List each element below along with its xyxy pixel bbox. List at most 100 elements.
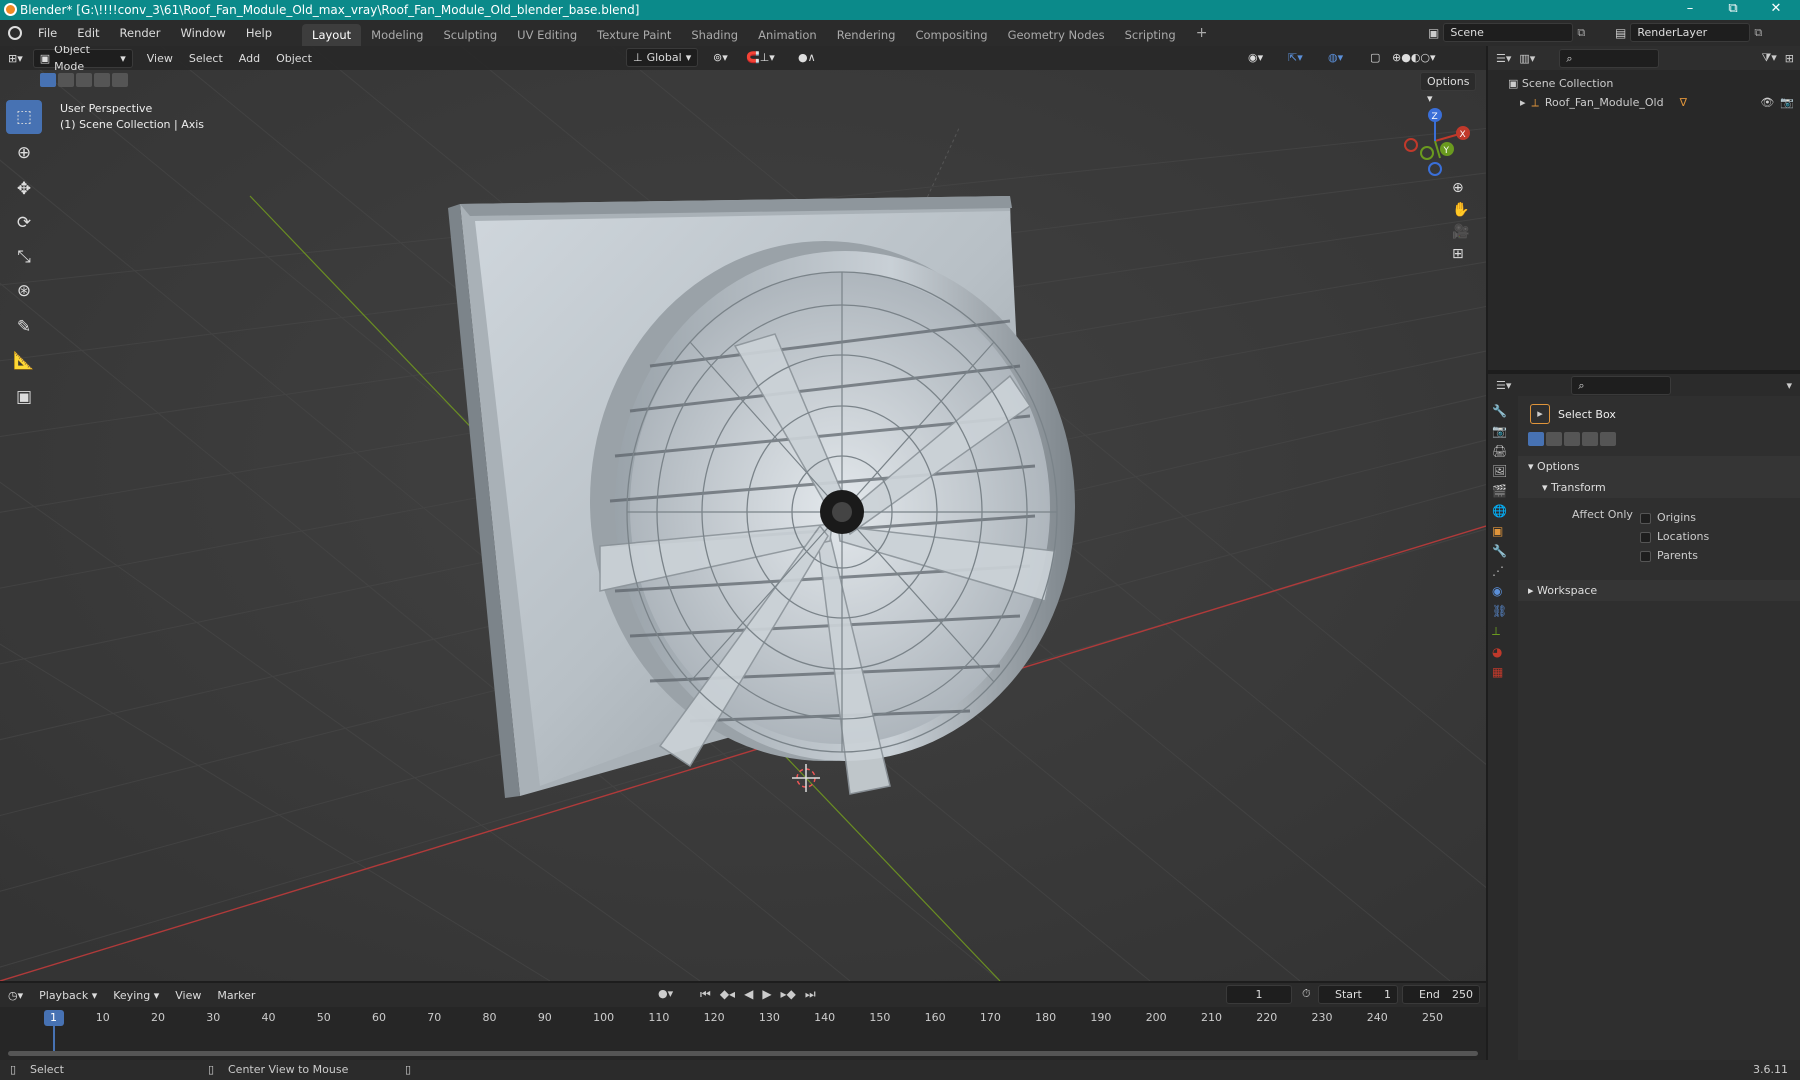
playback-controls[interactable]: ⏮ ◆◂ ◀ ▶ ▸◆ ⏭ [700,987,816,1002]
transform-tool-icon[interactable]: ⊛ [6,274,42,308]
play-icon[interactable]: ▶ [762,987,771,1002]
visibility-eye-icon[interactable]: 👁 [1760,93,1774,112]
ortho-toggle-icon[interactable]: ⊞ [1452,246,1469,262]
display-mode-icon[interactable]: ▥▾ [1519,52,1535,65]
keying-menu[interactable]: Keying ▾ [105,987,167,1004]
workspace-tab-sculpting[interactable]: Sculpting [433,24,507,46]
select-box-tool-icon[interactable]: ⬚ [6,100,42,134]
jump-end-icon[interactable]: ⏭ [805,987,816,1002]
menu-render[interactable]: Render [110,26,171,40]
scene-duplicate-icon[interactable]: ⧉ [1577,26,1585,40]
minimize-button[interactable]: – [1670,0,1710,20]
origins-checkbox[interactable]: Origins [1640,508,1709,527]
tool-tab-icon[interactable]: 🔧 [1492,404,1514,418]
workspace-tab-scripting[interactable]: Scripting [1115,24,1186,46]
current-frame-field[interactable]: 1 [1226,985,1292,1004]
add-menu[interactable]: Add [231,50,268,67]
pivot-icon[interactable]: ⊚▾ [705,49,736,66]
close-button[interactable]: ✕ [1756,0,1796,20]
scene-collection-row[interactable]: ▣ Scene Collection [1508,74,1800,93]
select-mode-icons[interactable] [40,73,128,87]
properties-options-icon[interactable]: ▾ [1786,379,1792,392]
zoom-icon[interactable]: ⊕ [1452,180,1469,196]
texture-tab-icon[interactable]: ▦ [1492,665,1514,679]
workspace-tab-geometry-nodes[interactable]: Geometry Nodes [998,24,1115,46]
constraints-tab-icon[interactable]: ⛓ [1492,604,1514,618]
camera-view-icon[interactable]: 🎥 [1452,224,1469,240]
workspace-tab-shading[interactable]: Shading [681,24,748,46]
scene-icon[interactable]: ▣ [1428,26,1439,40]
gizmo-toggle-icon[interactable]: ⇱▾ [1280,49,1311,66]
add-workspace-button[interactable]: + [1186,21,1218,45]
proportional-edit-icon[interactable]: ●∧ [790,49,824,66]
measure-tool-icon[interactable]: 📐 [6,344,42,378]
particles-tab-icon[interactable]: ⋰ [1492,564,1514,578]
select-menu[interactable]: Select [181,50,231,67]
3d-viewport[interactable]: ⊞▾ ▣ Object Mode ▾ View Select Add Object… [0,46,1486,981]
view-layer-tab-icon[interactable]: 🖼 [1492,464,1514,478]
properties-editor-icon[interactable]: ☰▾ [1496,379,1511,392]
outliner-search-input[interactable]: ⌕ [1559,48,1660,68]
jump-start-icon[interactable]: ⏮ [700,987,711,1002]
workspace-tab-modeling[interactable]: Modeling [361,24,433,46]
prev-keyframe-icon[interactable]: ◆◂ [720,987,735,1002]
outliner-editor-icon[interactable]: ☰▾ [1496,52,1511,65]
workspace-tab-rendering[interactable]: Rendering [827,24,906,46]
object-menu[interactable]: Object [268,50,320,67]
next-keyframe-icon[interactable]: ▸◆ [781,987,796,1002]
new-collection-icon[interactable]: ⊞ [1785,52,1794,65]
add-cube-tool-icon[interactable]: ▣ [6,380,42,414]
outliner-object-row[interactable]: ▸ ⟂ Roof_Fan_Module_Old ∇ 👁 📷 [1508,93,1800,112]
menu-help[interactable]: Help [236,26,282,40]
editor-type-icon[interactable]: ⊞▾ [0,50,31,67]
menu-window[interactable]: Window [170,26,235,40]
options-dropdown[interactable]: Options ▾ [1420,72,1476,105]
modifier-tab-icon[interactable]: 🔧 [1492,544,1514,558]
properties-search-input[interactable]: ⌕ [1571,375,1672,395]
maximize-button[interactable]: ⧉ [1713,0,1753,20]
stopwatch-icon[interactable]: ⏱ [1302,987,1311,1001]
scale-tool-icon[interactable]: ⤡ [6,240,42,274]
transform-orientation-dropdown[interactable]: ⊥ Global ▾ [626,48,698,67]
render-camera-icon[interactable]: 📷 [1780,93,1794,112]
menu-file[interactable]: File [28,26,67,40]
scene-tab-icon[interactable]: 🎬 [1492,484,1514,498]
view-layer-duplicate-icon[interactable]: ⧉ [1754,26,1762,40]
workspace-tab-animation[interactable]: Animation [748,24,827,46]
world-tab-icon[interactable]: 🌐 [1492,504,1514,518]
workspace-tab-layout[interactable]: Layout [302,24,362,46]
navigation-gizmo[interactable]: X Y Z [1395,101,1475,181]
timeline-scrollbar[interactable] [8,1051,1478,1056]
workspace-panel-header[interactable]: ▸ Workspace [1518,580,1800,601]
mode-selector[interactable]: ▣ Object Mode ▾ [32,46,133,73]
end-frame-field[interactable]: End 250 [1402,985,1480,1004]
transform-panel-header[interactable]: ▾ Transform [1518,477,1800,498]
locations-checkbox[interactable]: Locations [1640,527,1709,546]
timeline-editor-icon[interactable]: ◷▾ [0,987,31,1004]
menu-edit[interactable]: Edit [67,26,109,40]
shading-mode-icons[interactable]: ⊕●◐○▾ [1384,49,1444,66]
annotate-tool-icon[interactable]: ✎ [6,310,42,344]
select-mode-buttons[interactable] [1518,432,1800,446]
material-tab-icon[interactable]: ◕ [1492,645,1514,659]
marker-menu[interactable]: Marker [209,987,263,1004]
play-reverse-icon[interactable]: ◀ [744,987,753,1002]
filter-icon[interactable]: ⧩▾ [1761,51,1776,65]
blender-menu-icon[interactable] [8,26,22,40]
physics-tab-icon[interactable]: ◉ [1492,584,1514,598]
move-tool-icon[interactable]: ✥ [6,172,42,206]
output-tab-icon[interactable]: 🖨 [1492,444,1514,458]
pan-hand-icon[interactable]: ✋ [1452,202,1469,218]
options-panel-header[interactable]: ▾ Options [1518,456,1800,477]
snap-icon[interactable]: 🧲⊥▾ [738,49,783,66]
playback-menu[interactable]: Playback ▾ [31,987,105,1004]
cursor-tool-icon[interactable]: ⊕ [6,136,42,170]
view-menu[interactable]: View [139,50,181,67]
expand-arrow-icon[interactable]: ▸ [1520,93,1526,112]
start-frame-field[interactable]: Start 1 [1318,985,1398,1004]
visibility-icon[interactable]: ◉▾ [1240,49,1271,66]
data-tab-icon[interactable]: ⟂ [1492,624,1514,639]
view-layer-icon[interactable]: ▤ [1615,26,1626,40]
timeline-view-menu[interactable]: View [167,987,209,1004]
rotate-tool-icon[interactable]: ⟳ [6,206,42,240]
